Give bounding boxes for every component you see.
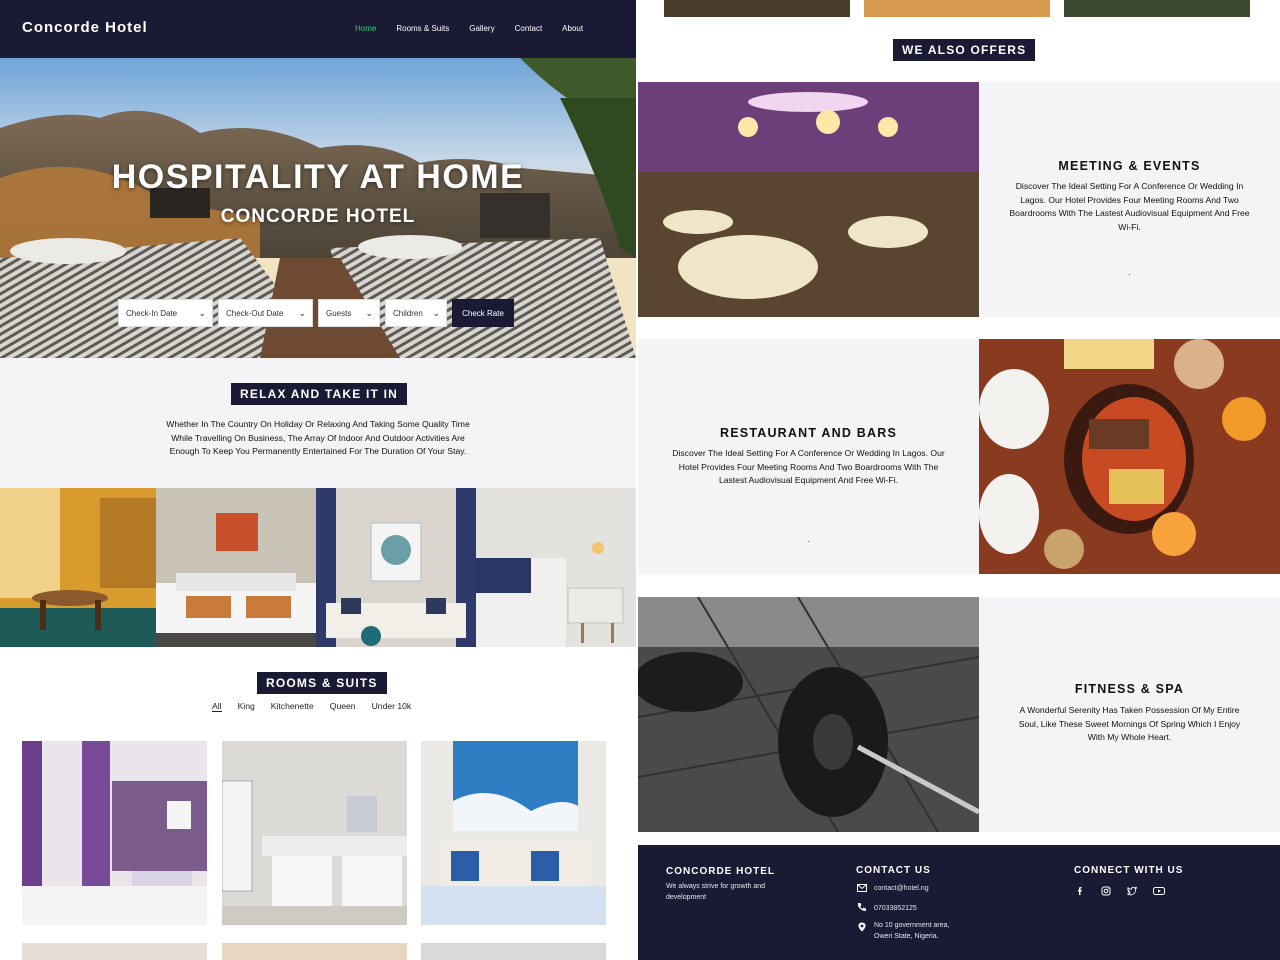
restaurant-bars-text: Discover The Ideal Setting For A Confere… <box>672 448 945 486</box>
footer-phone[interactable]: 07033852125 <box>874 903 917 914</box>
room-photo <box>476 488 636 647</box>
meeting-events-photo <box>638 82 979 317</box>
relax-heading: RELAX AND TAKE IT IN <box>231 383 407 405</box>
filter-under-10k[interactable]: Under 10k <box>372 701 412 712</box>
gallery-photo <box>864 0 1050 17</box>
relax-section: RELAX AND TAKE IT IN Whether In The Coun… <box>0 358 636 488</box>
filter-all[interactable]: All <box>212 701 222 712</box>
chevron-down-icon: ⌄ <box>298 308 306 318</box>
contact-heading: CONTACT US <box>856 865 931 876</box>
nav-link-rooms[interactable]: Rooms & Suits <box>396 24 449 33</box>
restaurant-bars-photo <box>979 339 1280 574</box>
restaurant-bars-dot: . <box>807 535 810 544</box>
meeting-events-dot: . <box>1128 268 1131 277</box>
hero-title: HOSPITALITY AT HOME <box>111 158 525 196</box>
restaurant-bars-title: RESTAURANT AND BARS <box>720 426 897 440</box>
room-photo <box>156 488 316 647</box>
meeting-events-text: Discover The Ideal Setting For A Confere… <box>1009 181 1250 232</box>
room-card[interactable] <box>421 943 606 960</box>
offers-heading: WE ALSO OFFERS <box>893 39 1036 61</box>
nav-link-about[interactable]: About <box>562 24 583 33</box>
footer-tagline: We always strive for growth and developm… <box>666 883 766 901</box>
instagram-icon[interactable] <box>1101 886 1111 896</box>
nav-link-contact[interactable]: Contact <box>515 24 543 33</box>
footer-email[interactable]: contact@hotel.ng <box>874 883 929 894</box>
left-page-section: Concorde Hotel Home Rooms & Suits Galler… <box>0 0 636 960</box>
children-select[interactable]: Children ⌄ <box>385 299 447 327</box>
footer: CONCORDE HOTEL We always strive for grow… <box>638 845 1280 960</box>
nav-links: Home Rooms & Suits Gallery Contact About <box>355 24 603 33</box>
footer-address: No 10 government area, Oweri State, Nige… <box>874 920 950 942</box>
connect-heading: CONNECT WITH US <box>1074 865 1184 876</box>
page: Concorde Hotel Home Rooms & Suits Galler… <box>0 0 1280 960</box>
checkin-date-select[interactable]: Check-In Date ⌄ <box>118 299 213 327</box>
footer-address-line1: No 10 government area, <box>874 922 950 929</box>
nav-link-home[interactable]: Home <box>355 24 376 33</box>
room-card[interactable] <box>421 741 606 925</box>
chevron-down-icon: ⌄ <box>432 308 440 318</box>
room-card[interactable] <box>222 741 407 925</box>
hero-section: HOSPITALITY AT HOME CONCORDE HOTEL Check… <box>0 58 636 358</box>
check-rate-button[interactable]: Check Rate <box>452 299 514 327</box>
email-icon <box>857 884 867 892</box>
fitness-spa-text: A Wonderful Serenity Has Taken Possessio… <box>1018 705 1241 743</box>
rooms-heading: ROOMS & SUITS <box>257 672 387 694</box>
room-photo-strip <box>0 488 636 647</box>
chevron-down-icon: ⌄ <box>198 308 206 318</box>
gallery-photo <box>1064 0 1250 17</box>
room-card[interactable] <box>22 741 207 925</box>
guests-select[interactable]: Guests ⌄ <box>318 299 380 327</box>
navbar: Concorde Hotel Home Rooms & Suits Galler… <box>0 0 636 58</box>
meeting-events-panel: MEETING & EVENTS Discover The Ideal Sett… <box>979 82 1280 317</box>
children-label: Children <box>393 308 423 318</box>
room-photo <box>0 488 156 647</box>
phone-icon <box>858 903 866 911</box>
gallery-photo <box>664 0 850 17</box>
nav-link-gallery[interactable]: Gallery <box>469 24 494 33</box>
filter-queen[interactable]: Queen <box>330 701 356 712</box>
fitness-spa-panel: FITNESS & SPA A Wonderful Serenity Has T… <box>979 597 1280 832</box>
filter-kitchenette[interactable]: Kitchenette <box>271 701 314 712</box>
rooms-section: ROOMS & SUITS All King Kitchenette Queen… <box>0 648 636 960</box>
footer-brand: CONCORDE HOTEL <box>666 866 775 877</box>
checkin-label: Check-In Date <box>126 308 178 318</box>
hero-subtitle: CONCORDE HOTEL <box>220 206 416 227</box>
guests-label: Guests <box>326 308 352 318</box>
brand-logo[interactable]: Concorde Hotel <box>22 19 148 36</box>
footer-address-line2: Oweri State, Nigeria. <box>874 933 939 940</box>
room-card[interactable] <box>222 943 407 960</box>
relax-text: Whether In The Country On Holiday Or Rel… <box>166 419 470 457</box>
room-card[interactable] <box>22 943 207 960</box>
fitness-spa-title: FITNESS & SPA <box>1074 682 1185 696</box>
restaurant-bars-panel: RESTAURANT AND BARS Discover The Ideal S… <box>638 339 979 574</box>
twitter-icon[interactable] <box>1127 886 1137 896</box>
room-filters: All King Kitchenette Queen Under 10k <box>212 701 427 712</box>
right-page-section: WE ALSO OFFERS MEETING & EVENTS Discover… <box>638 0 1280 960</box>
fitness-spa-photo <box>638 597 979 832</box>
location-pin-icon <box>858 922 866 932</box>
checkout-date-select[interactable]: Check-Out Date ⌄ <box>218 299 313 327</box>
filter-king[interactable]: King <box>238 701 255 712</box>
chevron-down-icon: ⌄ <box>365 308 373 318</box>
youtube-icon[interactable] <box>1153 886 1165 896</box>
facebook-icon[interactable] <box>1075 886 1085 896</box>
meeting-events-title: MEETING & EVENTS <box>1058 159 1201 173</box>
room-photo <box>316 488 476 647</box>
checkout-label: Check-Out Date <box>226 308 284 318</box>
